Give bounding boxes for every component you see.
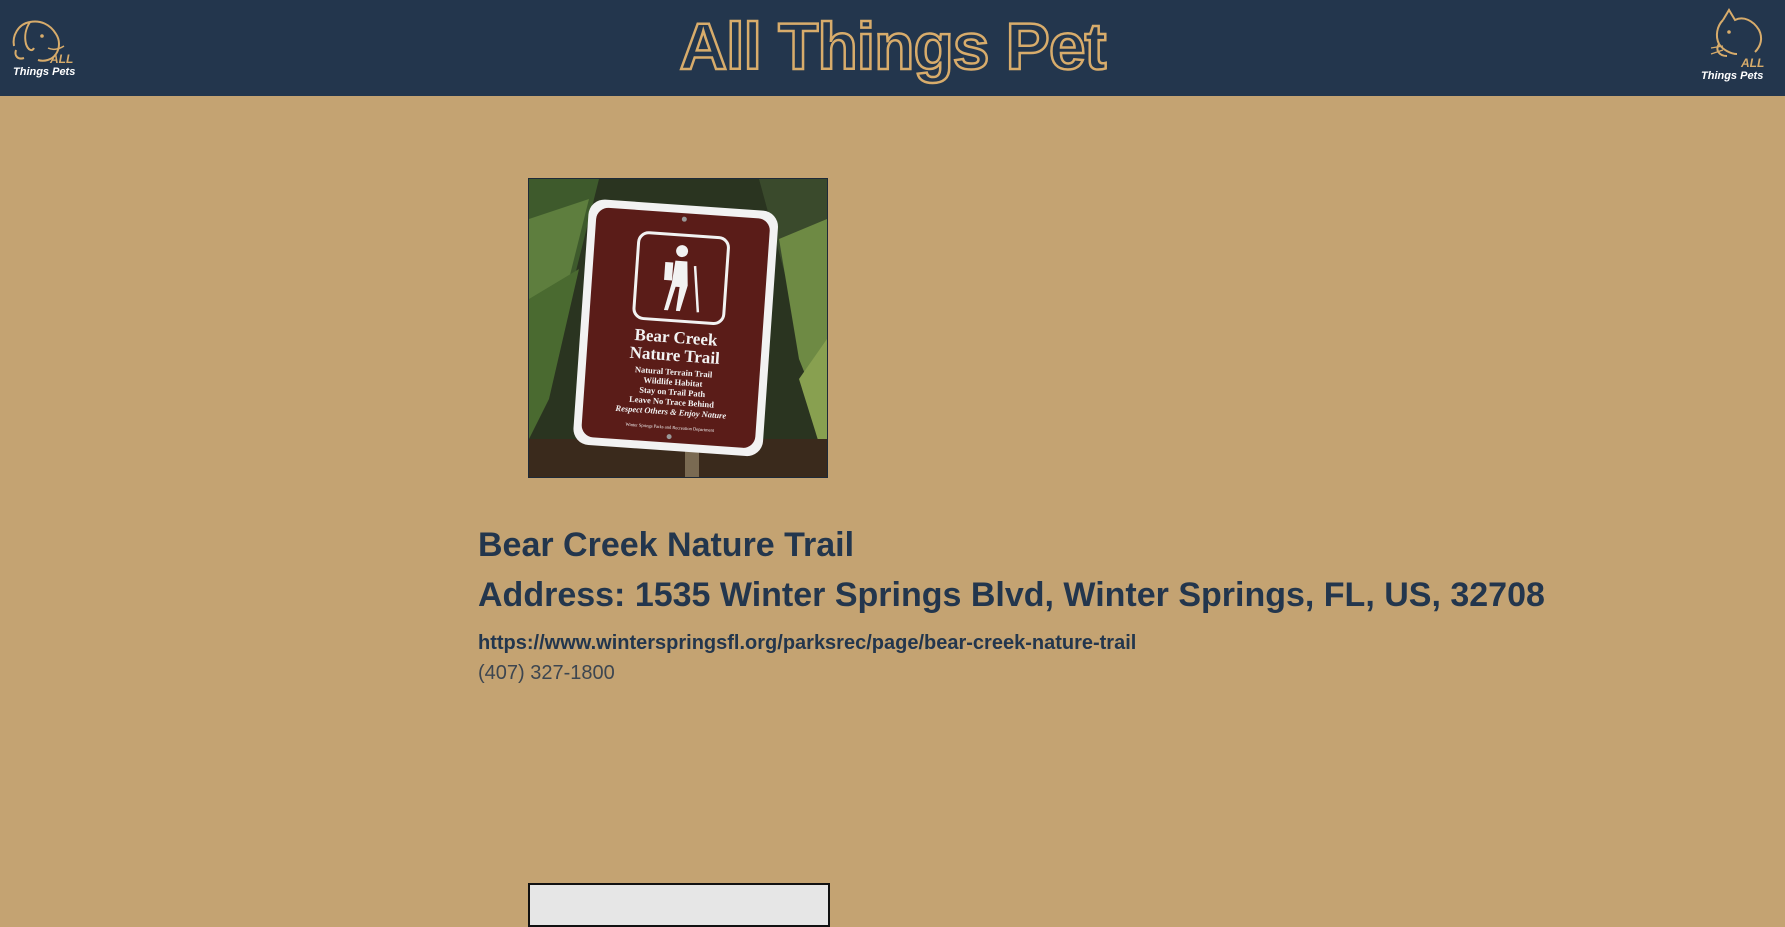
place-phone: (407) 327-1800	[478, 662, 615, 684]
place-address: Address: 1535 Winter Springs Blvd, Winte…	[478, 576, 1545, 614]
trail-sign-photo: Bear Creek Nature Trail Natural Terrain …	[529, 179, 827, 477]
logo-things-text: Things Pets	[1701, 70, 1764, 82]
place-website-link[interactable]: https://www.winterspringsfl.org/parksrec…	[478, 632, 1136, 655]
site-header: ALL Things Pets All Things Pet ALL Thing…	[0, 0, 1785, 96]
trail-sign-image[interactable]: Bear Creek Nature Trail Natural Terrain …	[528, 178, 828, 478]
place-name: Bear Creek Nature Trail	[478, 526, 855, 564]
next-listing-image[interactable]	[528, 883, 830, 927]
cat-logo[interactable]: ALL Things Pets	[1697, 6, 1777, 86]
site-title: All Things Pet	[678, 8, 1108, 85]
logo-all-text: ALL	[1741, 56, 1765, 70]
